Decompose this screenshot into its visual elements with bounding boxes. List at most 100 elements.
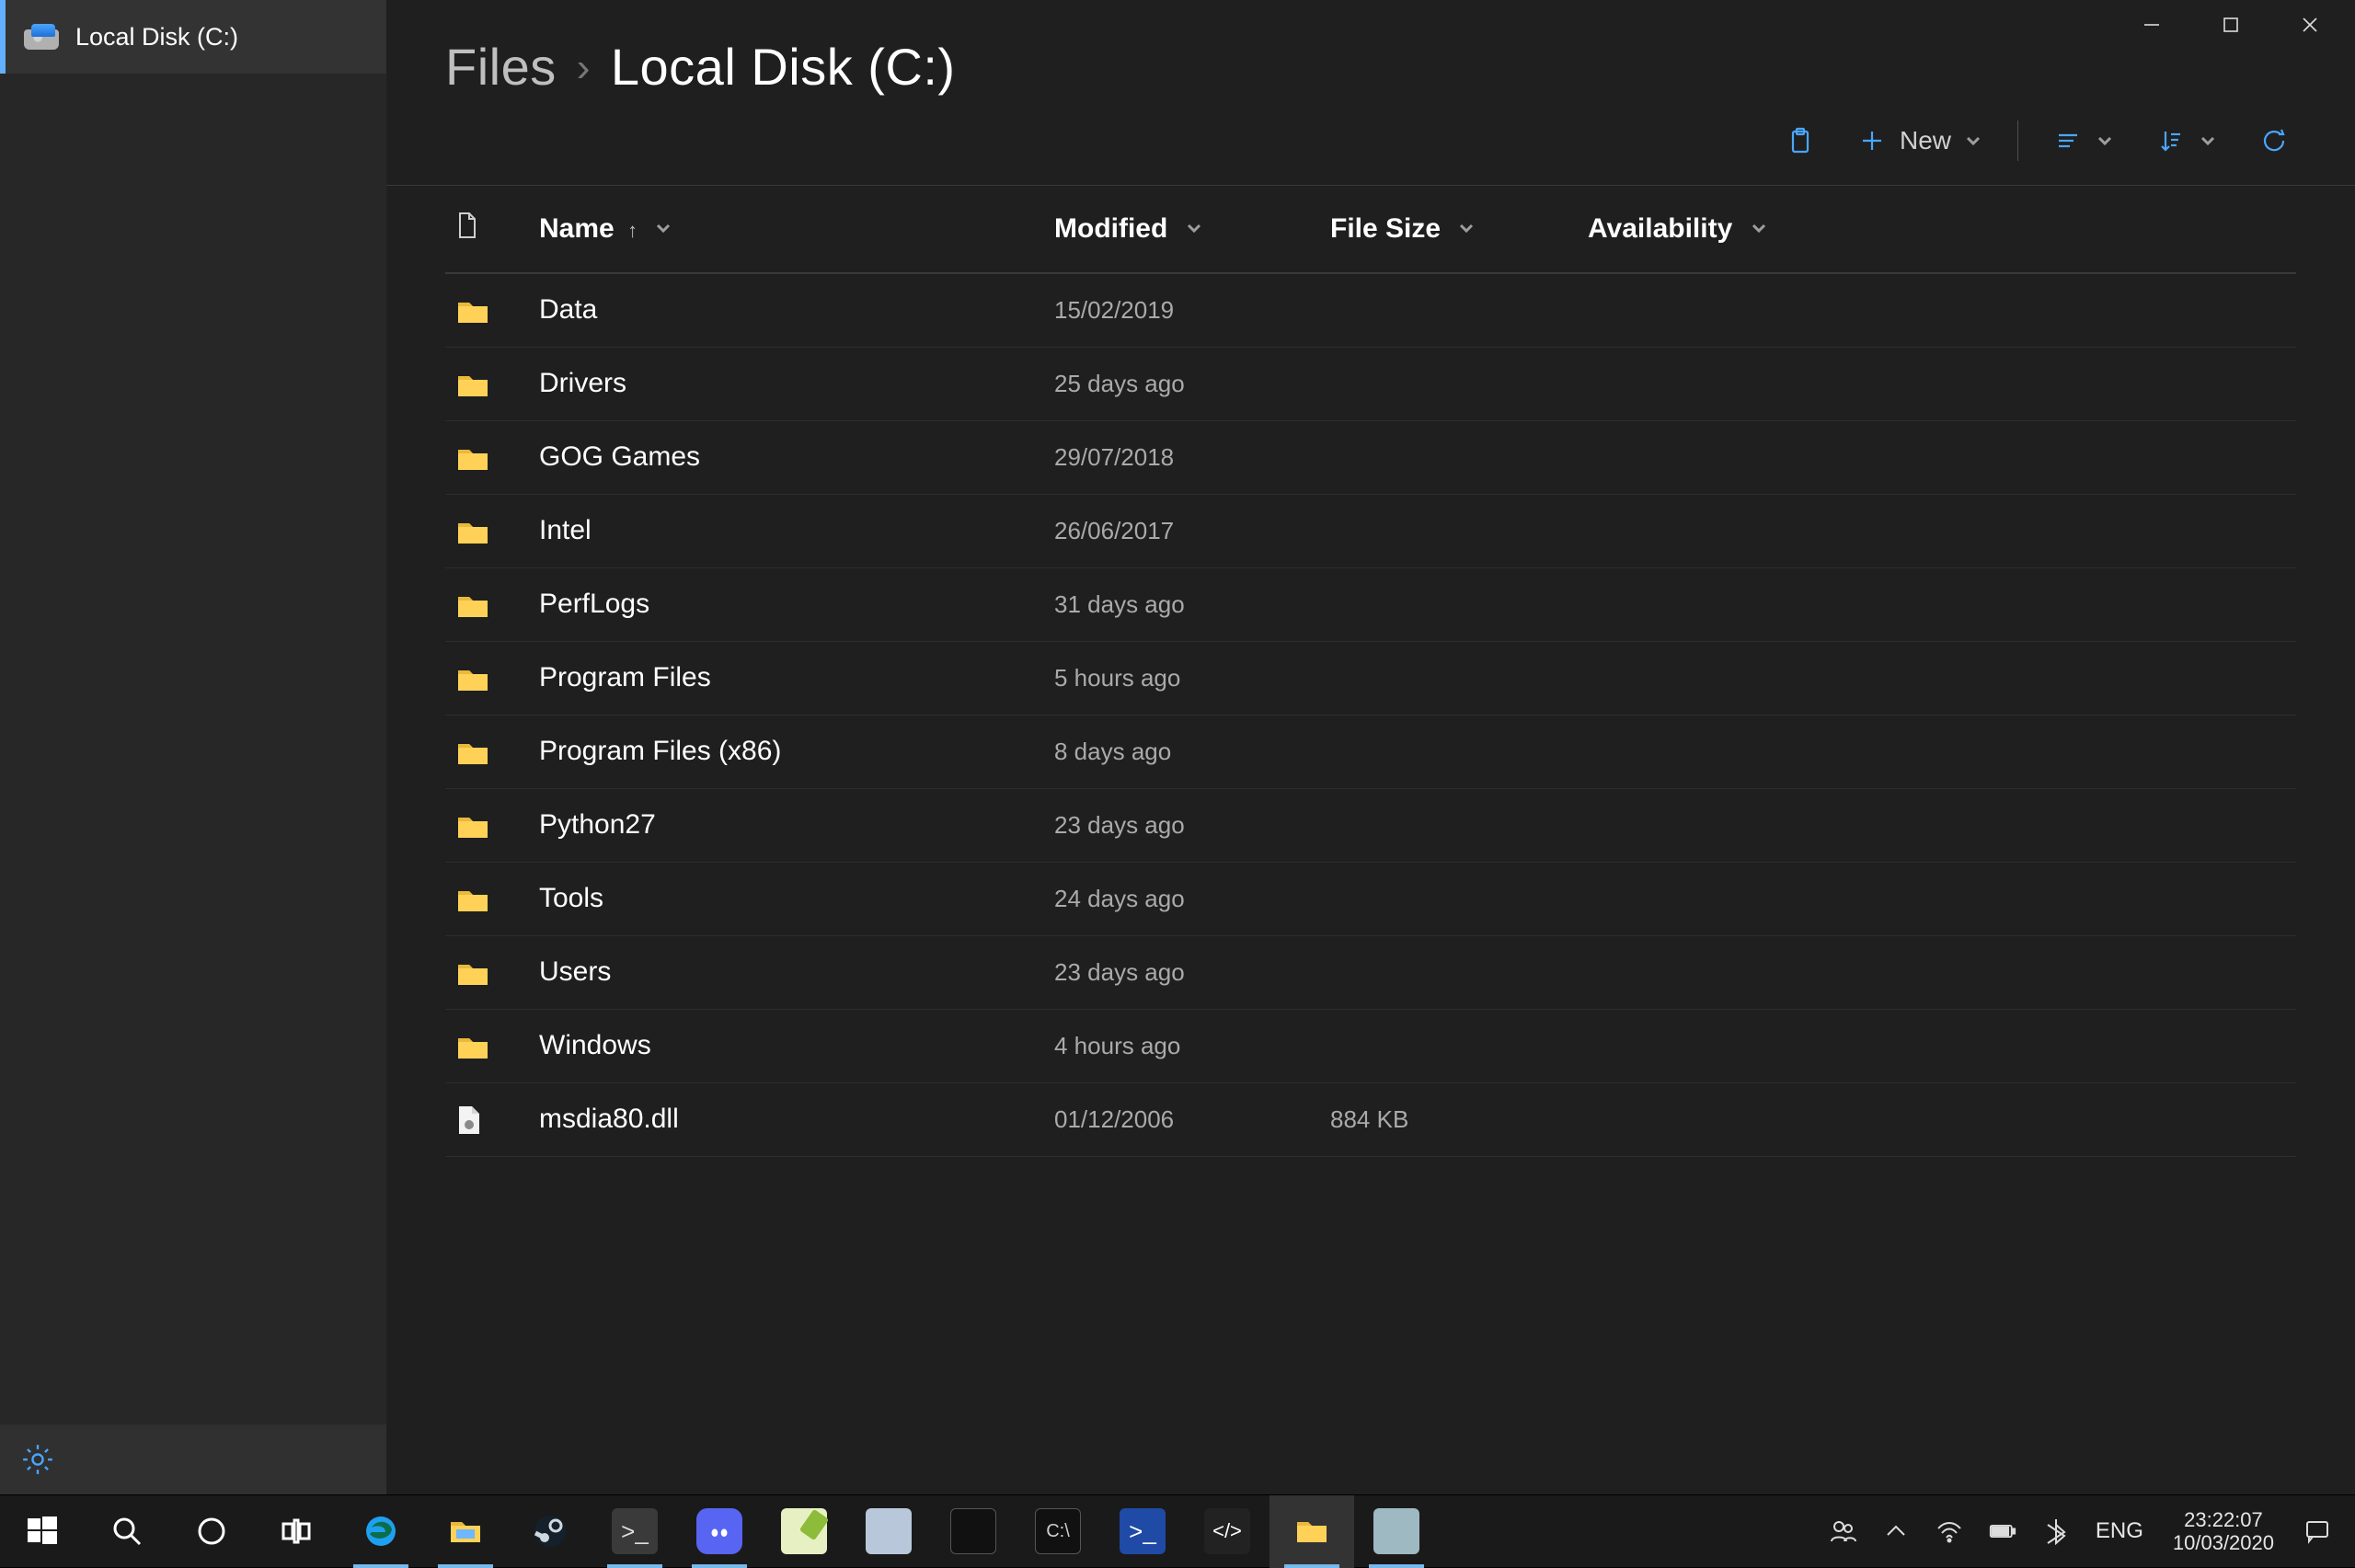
layout-button[interactable]: [2046, 120, 2121, 161]
taskbar-right: ENG 23:22:07 10/03/2020: [1816, 1495, 2355, 1567]
taskbar-app-notepadpp[interactable]: [762, 1495, 846, 1568]
breadcrumb-root[interactable]: Files: [445, 37, 557, 97]
taskbar-app-cmd[interactable]: [931, 1495, 1016, 1568]
taskbar-app-steam[interactable]: [508, 1495, 592, 1568]
row-modified: 29/07/2018: [1043, 420, 1319, 494]
row-size: [1319, 347, 1577, 420]
row-name: Tools: [528, 862, 1043, 935]
sidebar-tab-label: Local Disk (C:): [75, 23, 238, 52]
taskbar-app-explorer[interactable]: [423, 1495, 508, 1568]
file-table: Name ↑ Modified File Size: [445, 186, 2296, 1157]
cortana-button[interactable]: [169, 1495, 254, 1568]
row-size: [1319, 273, 1577, 347]
notification-icon: [2303, 1517, 2331, 1545]
tray-wifi[interactable]: [1923, 1495, 1976, 1568]
table-row[interactable]: Program Files (x86) 8 days ago: [445, 715, 2296, 788]
table-row[interactable]: Data 15/02/2019: [445, 273, 2296, 347]
row-modified: 26/06/2017: [1043, 494, 1319, 567]
tray-bluetooth[interactable]: [2029, 1495, 2083, 1568]
table-row[interactable]: Windows 4 hours ago: [445, 1009, 2296, 1082]
table-row[interactable]: Users 23 days ago: [445, 935, 2296, 1009]
row-name: Windows: [528, 1009, 1043, 1082]
row-icon-cell: [445, 788, 528, 862]
taskbar-app-devtools[interactable]: </>: [1185, 1495, 1269, 1568]
row-size: [1319, 420, 1577, 494]
tray-battery[interactable]: [1976, 1495, 2029, 1568]
table-row[interactable]: PerfLogs 31 days ago: [445, 567, 2296, 641]
row-icon-cell: [445, 273, 528, 347]
chevron-up-icon: [1882, 1517, 1910, 1545]
toolbar-separator: [2017, 120, 2018, 161]
row-name: Data: [528, 273, 1043, 347]
table-row[interactable]: Python27 23 days ago: [445, 788, 2296, 862]
row-name: Python27: [528, 788, 1043, 862]
row-modified: 24 days ago: [1043, 862, 1319, 935]
chevron-down-icon: [1750, 219, 1768, 237]
edge-icon: [362, 1513, 399, 1550]
row-availability: [1577, 347, 2296, 420]
row-availability: [1577, 788, 2296, 862]
sort-icon: [2156, 126, 2186, 155]
close-button[interactable]: [2270, 0, 2349, 50]
column-header-availability-label: Availability: [1588, 213, 1732, 244]
clock[interactable]: 23:22:07 10/03/2020: [2156, 1495, 2291, 1568]
settings-button[interactable]: [0, 1425, 386, 1494]
search-icon: [109, 1513, 145, 1550]
circle-icon: [193, 1513, 230, 1550]
row-size: [1319, 862, 1577, 935]
column-header-availability[interactable]: Availability: [1577, 186, 2296, 273]
start-button[interactable]: [0, 1495, 85, 1568]
table-row[interactable]: Tools 24 days ago: [445, 862, 2296, 935]
breadcrumb: Files › Local Disk (C:): [445, 37, 2296, 97]
tray-expand-button[interactable]: [1869, 1495, 1923, 1568]
taskbar-app-edge[interactable]: [339, 1495, 423, 1568]
taskbar-app-files-uwp[interactable]: [1269, 1495, 1354, 1568]
table-row[interactable]: msdia80.dll 01/12/2006 884 KB: [445, 1082, 2296, 1156]
action-center-button[interactable]: [2291, 1495, 2344, 1568]
task-view-button[interactable]: [254, 1495, 339, 1568]
table-row[interactable]: GOG Games 29/07/2018: [445, 420, 2296, 494]
row-name: Intel: [528, 494, 1043, 567]
language-indicator[interactable]: ENG: [2083, 1495, 2156, 1568]
paste-button[interactable]: [1778, 120, 1822, 161]
taskbar-app-generic-2[interactable]: [1354, 1495, 1439, 1568]
minimize-button[interactable]: [2112, 0, 2191, 50]
column-header-file-size[interactable]: File Size: [1319, 186, 1577, 273]
row-size: [1319, 494, 1577, 567]
row-icon-cell: [445, 1082, 528, 1156]
taskbar-app-console[interactable]: C:\: [1016, 1495, 1100, 1568]
column-header-name-label: Name: [539, 213, 615, 244]
column-header-name[interactable]: Name ↑: [528, 186, 1043, 273]
breadcrumb-current: Local Disk (C:): [611, 37, 956, 97]
table-row[interactable]: Drivers 25 days ago: [445, 347, 2296, 420]
maximize-button[interactable]: [2191, 0, 2270, 50]
column-header-icon[interactable]: [445, 186, 528, 273]
table-row[interactable]: Program Files 5 hours ago: [445, 641, 2296, 715]
search-button[interactable]: [85, 1495, 169, 1568]
sidebar-location-tab[interactable]: Local Disk (C:): [0, 0, 386, 74]
sort-button[interactable]: [2149, 120, 2224, 161]
new-button[interactable]: New: [1850, 120, 1990, 161]
taskbar-app-generic-1[interactable]: [846, 1495, 931, 1568]
show-desktop-button[interactable]: [2344, 1495, 2355, 1568]
taskbar: >_ C:\ >_ </>: [0, 1494, 2355, 1567]
row-modified: 4 hours ago: [1043, 1009, 1319, 1082]
column-header-modified[interactable]: Modified: [1043, 186, 1319, 273]
row-size: 884 KB: [1319, 1082, 1577, 1156]
row-availability: [1577, 420, 2296, 494]
row-availability: [1577, 273, 2296, 347]
refresh-button[interactable]: [2252, 120, 2296, 161]
taskbar-app-terminal[interactable]: >_: [592, 1495, 677, 1568]
chevron-down-icon: [654, 219, 672, 237]
chevron-down-icon: [2199, 132, 2217, 150]
row-icon-cell: [445, 935, 528, 1009]
row-icon-cell: [445, 715, 528, 788]
row-size: [1319, 935, 1577, 1009]
column-header-row: Name ↑ Modified File Size: [445, 186, 2296, 273]
sidebar-spacer: [0, 74, 386, 1425]
taskbar-app-discord[interactable]: [677, 1495, 762, 1568]
taskbar-app-powershell[interactable]: >_: [1100, 1495, 1185, 1568]
people-button[interactable]: [1816, 1495, 1869, 1568]
table-row[interactable]: Intel 26/06/2017: [445, 494, 2296, 567]
row-name: Program Files (x86): [528, 715, 1043, 788]
